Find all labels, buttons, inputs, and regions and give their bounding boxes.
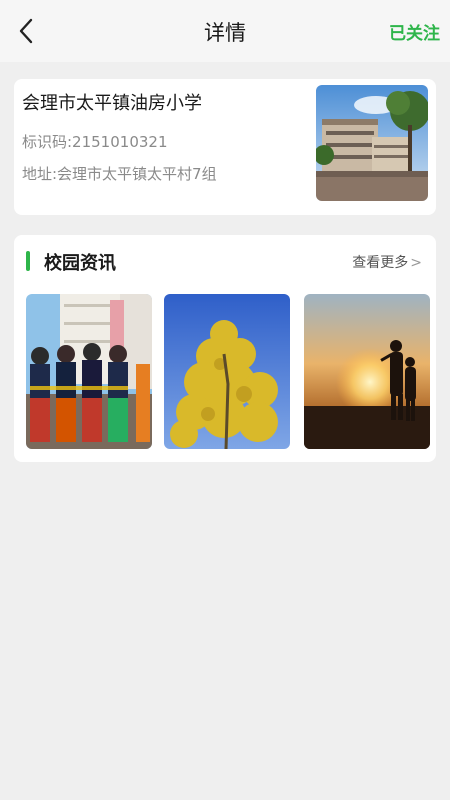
school-code: 标识码:2151010321 <box>22 133 168 151</box>
view-more-link[interactable]: 查看更多 > <box>352 252 422 272</box>
news-thumbnail-ginkgo-tree[interactable] <box>164 294 290 449</box>
top-navigation-bar: 详情 已关注 <box>0 0 450 62</box>
section-accent-bar <box>26 251 30 271</box>
school-name: 会理市太平镇油房小学 <box>22 93 202 114</box>
section-title: 校园资讯 <box>44 253 116 274</box>
news-thumbnail-performers[interactable] <box>26 294 152 449</box>
page-title: 详情 <box>204 21 246 45</box>
school-photo[interactable] <box>316 85 428 201</box>
view-more-label: 查看更多 <box>352 255 409 271</box>
follow-button[interactable]: 已关注 <box>389 19 440 44</box>
campus-news-card: 校园资讯 查看更多 > <box>14 235 436 462</box>
news-thumbnail-sunset-silhouette[interactable] <box>304 294 430 449</box>
school-info-card: 会理市太平镇油房小学 标识码:2151010321 地址:会理市太平镇太平村7组 <box>14 79 436 215</box>
school-address: 地址:会理市太平镇太平村7组 <box>22 165 217 183</box>
chevron-right-icon: > <box>410 255 422 271</box>
